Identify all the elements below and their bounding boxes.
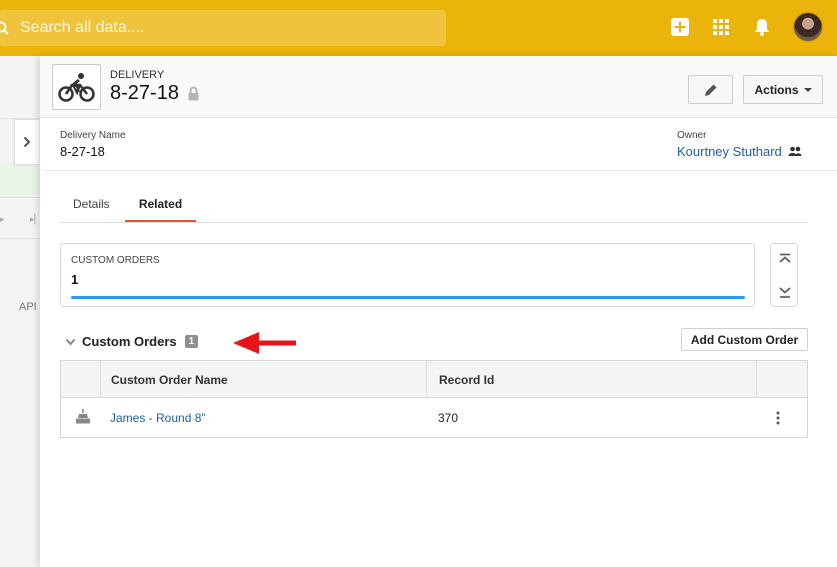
chevron-right-icon bbox=[23, 136, 31, 148]
record-panel: DELIVERY 8-27-18 Actions Delivery Name 8… bbox=[40, 56, 837, 567]
record-header: DELIVERY 8-27-18 Actions bbox=[40, 56, 837, 118]
owner-name[interactable]: Kourtney Stuthard bbox=[677, 144, 782, 159]
column-header-name[interactable]: Custom Order Name bbox=[111, 373, 228, 387]
scroll-to-bottom-icon[interactable] bbox=[777, 284, 793, 300]
row-actions-menu-icon[interactable] bbox=[771, 410, 785, 426]
tab-related[interactable]: Related bbox=[125, 197, 196, 223]
actions-button[interactable]: Actions bbox=[743, 75, 823, 104]
table-header: Custom Order Name Record Id bbox=[61, 361, 807, 398]
column-divider bbox=[756, 361, 757, 398]
actions-label: Actions bbox=[754, 82, 799, 97]
custom-order-name-link[interactable]: James - Round 8" bbox=[110, 411, 206, 425]
delivery-name-label: Delivery Name bbox=[60, 130, 126, 141]
divider bbox=[44, 170, 837, 171]
related-list-table: Custom Order Name Record Id James - Roun… bbox=[60, 360, 808, 438]
top-bar bbox=[0, 0, 837, 56]
caret-down-icon bbox=[803, 87, 812, 92]
cake-icon bbox=[76, 409, 90, 424]
background-marker: ▸ bbox=[0, 214, 5, 224]
search-box[interactable] bbox=[0, 10, 446, 46]
edit-button[interactable] bbox=[688, 75, 733, 104]
search-icon[interactable] bbox=[0, 21, 9, 35]
related-list-title[interactable]: Custom Orders bbox=[82, 334, 177, 349]
object-icon bbox=[52, 64, 101, 110]
column-divider bbox=[426, 361, 427, 398]
summary-label: CUSTOM ORDERS bbox=[71, 255, 160, 266]
notifications-icon[interactable] bbox=[752, 17, 772, 37]
delivery-name-value: 8-27-18 bbox=[60, 144, 105, 159]
scroll-to-top-icon[interactable] bbox=[777, 252, 793, 268]
related-list-header[interactable]: Custom Orders 1 bbox=[65, 334, 199, 349]
owner-link[interactable]: Kourtney Stuthard bbox=[677, 144, 802, 159]
object-type-label: DELIVERY bbox=[110, 69, 165, 81]
bicycle-icon bbox=[57, 73, 95, 102]
pencil-icon bbox=[704, 84, 716, 96]
divider bbox=[0, 238, 40, 239]
column-header-record-id[interactable]: Record Id bbox=[439, 373, 494, 387]
lock-icon bbox=[188, 86, 199, 101]
tab-details[interactable]: Details bbox=[73, 197, 110, 223]
background-text: API bbox=[19, 301, 37, 313]
record-title-text: 8-27-18 bbox=[110, 82, 179, 104]
divider bbox=[0, 197, 40, 198]
record-id-value: 370 bbox=[438, 411, 459, 425]
background-highlight bbox=[0, 163, 40, 195]
expand-panel-button[interactable] bbox=[14, 119, 39, 165]
count-badge: 1 bbox=[184, 335, 199, 348]
summary-progress-bar bbox=[71, 296, 745, 299]
chevron-down-icon[interactable] bbox=[65, 338, 76, 346]
record-title: 8-27-18 bbox=[110, 82, 200, 105]
app-launcher-icon[interactable] bbox=[711, 17, 731, 37]
add-custom-order-button[interactable]: Add Custom Order bbox=[681, 328, 808, 351]
column-divider bbox=[100, 361, 101, 398]
related-summary-card[interactable]: CUSTOM ORDERS 1 bbox=[60, 243, 755, 307]
avatar[interactable] bbox=[793, 12, 823, 42]
summary-count: 1 bbox=[71, 272, 79, 287]
annotation-arrow-icon bbox=[233, 332, 296, 354]
change-owner-icon[interactable] bbox=[788, 146, 802, 157]
scroll-controls bbox=[770, 243, 798, 307]
tabs-divider bbox=[60, 222, 808, 223]
search-input[interactable] bbox=[20, 19, 420, 37]
add-icon[interactable] bbox=[670, 17, 690, 37]
owner-label: Owner bbox=[677, 130, 707, 141]
